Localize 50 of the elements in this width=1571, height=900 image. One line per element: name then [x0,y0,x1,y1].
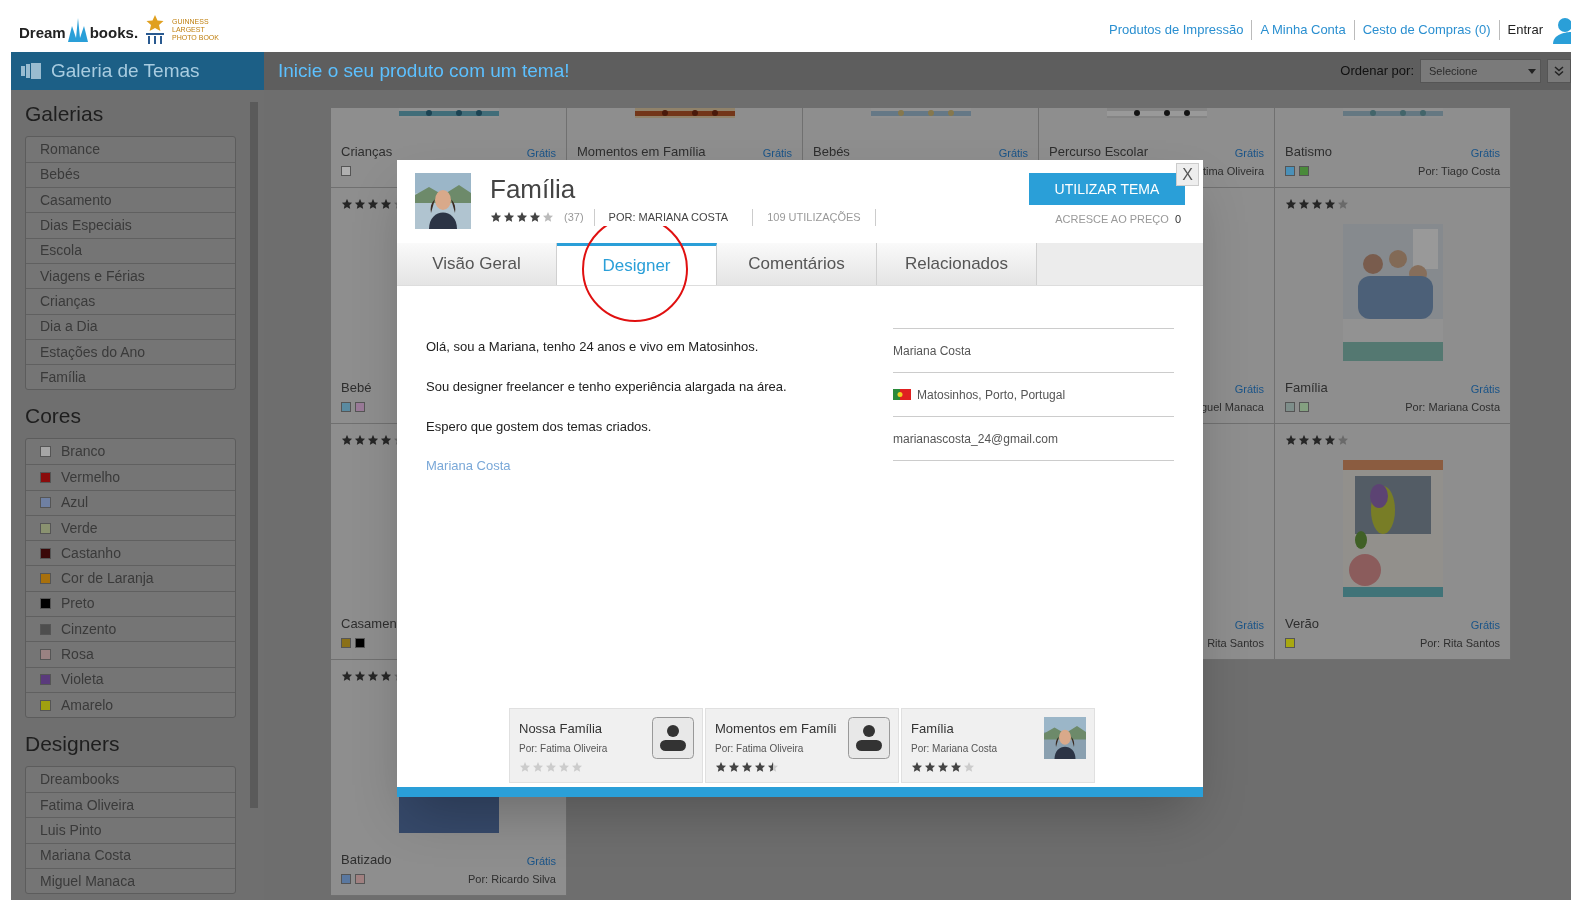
price-label: Grátis [1234,145,1264,161]
price-label: Grátis [1470,381,1500,397]
section-title: Designers [25,731,121,758]
theme-title: Batismo [1285,142,1332,161]
theme-title: Bebés [813,142,850,161]
sort-label: Ordenar por: [1340,62,1414,81]
logo-text: Dream [19,22,66,43]
author-label: Por: Fatima Oliveira [715,741,805,756]
logo-text: books. [89,22,139,43]
usage-count: 109 UTILIZAÇÕES [752,209,876,226]
rating-count: (37) [564,210,584,225]
theme-title: Verão [1285,614,1319,633]
theme-title: Crianças [341,142,393,161]
price-label: Grátis [998,145,1028,161]
price-label: Grátis [1234,617,1264,633]
designer-info: Matosinhos, Porto, Portugal [917,386,1066,404]
theme-title: Casamen [341,614,397,633]
price-label: Grátis [762,145,792,161]
theme-title: Família [911,720,955,738]
section-title: Cores [25,403,83,430]
section-title: Galerias [25,101,105,127]
author-label: Por: Fatima Oliveira [519,741,608,756]
price-label: Grátis [1234,381,1264,397]
price-label: Grátis [526,853,556,869]
sidebar-title: Galeria de Temas [51,58,200,83]
author-label: Rita Santos [1207,635,1264,651]
designer-info: marianascosta_24@gmail.com [893,430,1058,448]
theme-title: Nossa Família [519,720,604,738]
designer-info: Mariana Costa [893,342,972,360]
theme-title: Momentos em Famíli [715,720,837,738]
author-label: Por: Mariana Costa [911,741,998,756]
price-label: Grátis [526,145,556,161]
price-label: Grátis [1470,617,1500,633]
theme-title: Percurso Escolar [1049,142,1148,161]
surcharge-value: 0 [1174,212,1181,227]
bio-paragraph: Espero que gostem dos temas criados. [426,418,653,436]
theme-title: Família [1285,378,1328,397]
author-label: Por: Ricardo Silva [467,871,556,887]
headline: Inicie o seu produto com um tema! [278,58,570,83]
author-label: Por: Rita Santos [1419,635,1500,651]
theme-title: Bebé [341,378,372,397]
price-label: Grátis [1470,145,1500,161]
theme-title: Momentos em Família [577,142,706,161]
author-label: tima Oliveira [1202,163,1264,179]
author-label: Por: Tiago Costa [1418,163,1500,179]
bio-paragraph: Olá, sou a Mariana, tenho 24 anos e vivo em Matosinhos. [426,338,760,356]
author-label: Por: Mariana Costa [1405,399,1500,415]
theme-title: Batizado [341,850,392,869]
surcharge-label: ACRESCE AO PREÇO [1055,212,1169,227]
bio-paragraph: Sou designer freelancer e tenho experiência alargada na área. [426,378,788,396]
